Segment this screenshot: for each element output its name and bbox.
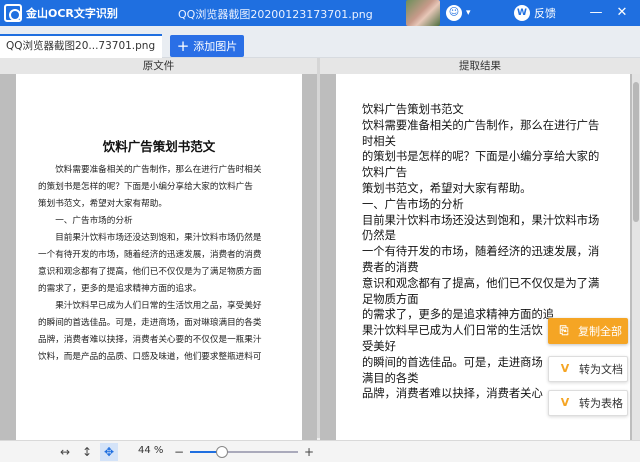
zoom-out-icon[interactable]: −	[170, 443, 188, 461]
original-line: 策划书范文，希望对大家有帮助。	[38, 199, 167, 209]
feedback-label: 反馈	[534, 7, 556, 20]
title-bar: 金山OCR文字识别 QQ浏览器截图20200123173701.png ☺ ▾ …	[0, 0, 640, 26]
close-icon[interactable]: ✕	[612, 3, 632, 23]
result-viewer[interactable]: 饮料广告策划书范文饮料需要准备相关的广告制作，那么在进行广告 时相关的策划书是怎样…	[320, 74, 640, 440]
result-scrollbar[interactable]	[632, 74, 640, 440]
user-shield-icon[interactable]: ☺	[446, 5, 462, 21]
add-image-button[interactable]: + 添加图片	[170, 35, 244, 57]
tab-file[interactable]: QQ浏览器截图20...73701.png	[0, 34, 162, 58]
avatar[interactable]	[406, 0, 440, 26]
original-line: 饮料，而是产品的品质、口感及味道，他们要求整瓶进料可	[38, 352, 262, 362]
table-convert-icon: V	[560, 396, 570, 409]
result-line: 目前果汁饮料市场还没达到饱和，果汁饮料市场	[362, 213, 600, 227]
pan-icon[interactable]: ✥	[100, 443, 118, 461]
copy-icon: ⎘	[559, 324, 569, 337]
result-line: 仍然是	[362, 229, 396, 243]
result-line: 费者的消费	[362, 260, 419, 274]
result-line: 一、广告市场的分析	[362, 197, 464, 211]
original-line: 一、广告市场的分析	[38, 216, 133, 226]
result-line: 的策划书是怎样的呢？下面是小编分享给大家的	[362, 150, 600, 164]
to-doc-button[interactable]: V 转为文档	[548, 356, 628, 382]
fit-height-icon[interactable]: ↕	[78, 443, 96, 461]
app-brand: 金山OCR文字识别	[4, 2, 118, 24]
zoom-in-icon[interactable]: +	[300, 443, 318, 461]
add-image-label: 添加图片	[193, 40, 238, 53]
result-line: 足物质方面	[362, 292, 419, 306]
chevron-down-icon[interactable]: ▾	[466, 8, 471, 18]
original-line: 的策划书是怎样的呢？下面是小编分享给大家的饮料广告	[38, 182, 253, 192]
original-line: 品牌，消费者难以抉择，消费者关心要的不仅仅是一瓶果汁	[38, 335, 262, 345]
copy-all-label: 复制全部	[578, 325, 622, 338]
original-heading: 饮料广告策划书范文	[102, 139, 216, 154]
to-table-label: 转为表格	[579, 397, 623, 410]
zoom-slider-handle[interactable]	[216, 446, 229, 458]
result-line: 一个有待开发的市场，随着经济的迅速发展，消	[362, 245, 600, 259]
result-line: 饮料需要准备相关的广告制作，那么在进行广告	[362, 118, 600, 132]
original-line: 意识和观念都有了提高，他们已不仅仅是为了满足物质方面	[38, 267, 262, 277]
scrollbar-thumb[interactable]	[633, 82, 639, 222]
feedback-button[interactable]: W 反馈	[514, 4, 556, 22]
zoom-level: 44 %	[138, 445, 164, 456]
original-line: 一个有待开发的市场，随着经济的迅速发展，消费者的消费	[38, 250, 262, 260]
original-panel-title: 原文件	[0, 58, 317, 74]
doc-convert-icon: V	[560, 362, 570, 375]
window-title: QQ浏览器截图20200123173701.png	[178, 8, 373, 21]
app-logo-icon	[4, 4, 22, 22]
plus-icon: +	[176, 36, 190, 55]
zoom-slider[interactable]	[190, 446, 298, 458]
app-name: 金山OCR文字识别	[26, 7, 118, 20]
minimize-icon[interactable]: —	[586, 3, 606, 23]
to-doc-label: 转为文档	[579, 363, 623, 376]
result-text[interactable]: 饮料广告策划书范文饮料需要准备相关的广告制作，那么在进行广告 时相关的策划书是怎样…	[336, 74, 630, 440]
original-viewer[interactable]: 饮料广告策划书范文 饮料需要准备相关的广告制作，那么在进行广告时相关 的策划书是怎…	[0, 74, 317, 440]
result-line: 时相关	[362, 134, 396, 148]
original-line: 的瞬间的首选佳品。可是，走进商场，面对琳琅满目的各类	[38, 318, 262, 328]
result-line: 饮料广告策划书范文	[362, 103, 464, 116]
result-line: 意识和观念都有了提高，他们已不仅仅是为了满	[362, 276, 600, 290]
original-line: 目前果汁饮料市场还没达到饱和，果汁饮料市场仍然是	[38, 233, 262, 243]
feedback-icon: W	[514, 5, 530, 21]
tab-bar: QQ浏览器截图20...73701.png	[0, 26, 640, 58]
fit-width-icon[interactable]: ↔	[56, 443, 74, 461]
copy-all-button[interactable]: ⎘ 复制全部	[548, 318, 628, 344]
to-table-button[interactable]: V 转为表格	[548, 390, 628, 416]
original-text: 饮料需要准备相关的广告制作，那么在进行广告时相关 的策划书是怎样的呢？下面是小编分…	[38, 162, 280, 366]
result-line: 策划书范文，希望对大家有帮助。	[362, 181, 532, 195]
original-line: 果汁饮料早已成为人们日常的生活饮用之品，享受美好	[38, 301, 262, 311]
bottom-toolbar: ↔ ↕ ✥ 44 % − +	[0, 440, 640, 462]
original-page: 饮料广告策划书范文 饮料需要准备相关的广告制作，那么在进行广告时相关 的策划书是怎…	[16, 74, 302, 440]
original-line: 饮料需要准备相关的广告制作，那么在进行广告时相关	[38, 165, 262, 175]
result-line: 饮料广告	[362, 166, 408, 180]
result-panel-title: 提取结果	[320, 58, 640, 74]
original-line: 的需求了，更多的是追求精神方面的追求。	[38, 284, 202, 294]
